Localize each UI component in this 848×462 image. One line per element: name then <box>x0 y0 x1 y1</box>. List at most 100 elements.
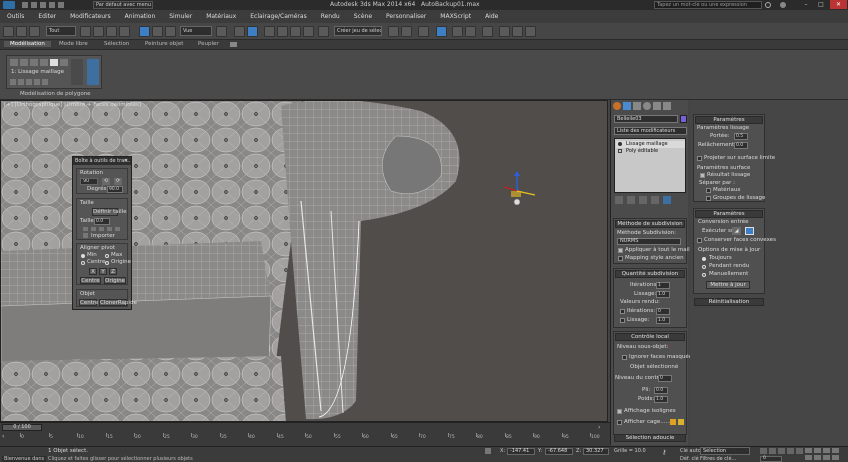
goto-start-icon[interactable] <box>760 448 767 454</box>
x-coord-field[interactable]: -147.41 <box>507 448 535 455</box>
pivot-center-button[interactable]: Centre <box>80 277 101 284</box>
key-filters-button[interactable]: Filtres de clé... <box>700 456 736 462</box>
transform-gizmo[interactable] <box>501 171 541 211</box>
object-color-swatch[interactable] <box>680 115 687 123</box>
search-field[interactable]: Tapez un mot-clé ou une expression <box>654 1 762 9</box>
play-icon[interactable] <box>778 448 785 454</box>
reference-coord-dropdown[interactable]: Vue <box>180 26 212 36</box>
toolbox-close-icon[interactable]: ✕ <box>124 158 130 164</box>
render-production-icon[interactable] <box>525 26 536 37</box>
mirror-icon[interactable] <box>388 26 399 37</box>
import-icon[interactable] <box>83 233 88 238</box>
select-scale-icon[interactable] <box>165 26 176 37</box>
ribbon-tool-icon-4[interactable] <box>40 59 48 66</box>
redo-icon[interactable] <box>16 26 27 37</box>
select-rotate-icon[interactable] <box>152 26 163 37</box>
search-icon[interactable] <box>765 2 771 8</box>
sublevel-vertex-icon[interactable]: ∴ <box>668 344 674 350</box>
ribbon-lissage-label[interactable]: 1: Lissage maillage <box>11 69 71 77</box>
undo-icon[interactable] <box>49 2 55 8</box>
render-smoothness-checkbox[interactable] <box>620 318 625 323</box>
crease-input[interactable]: 0.0 <box>654 387 668 394</box>
autokey-button[interactable]: Clé auto <box>680 448 701 454</box>
smoothing-groups-checkbox[interactable] <box>706 196 711 201</box>
schematic-view-icon[interactable] <box>465 26 476 37</box>
window-crossing-icon[interactable] <box>119 26 130 37</box>
current-frame-field[interactable]: 0 <box>760 456 782 462</box>
zoom-extents-icon[interactable] <box>823 448 830 453</box>
fov-icon[interactable] <box>805 455 812 460</box>
apply-whole-mesh-checkbox[interactable] <box>618 248 623 253</box>
stack-eye-icon[interactable] <box>618 142 622 146</box>
snaps-toggle-icon[interactable] <box>264 26 275 37</box>
motion-tab-icon[interactable] <box>643 102 651 110</box>
params2-title[interactable]: Paramètres <box>695 210 763 218</box>
run-on-triangle-icon[interactable]: ◢ <box>732 227 741 235</box>
menu-lighting-cameras[interactable]: Eclairage/Caméras <box>243 13 313 20</box>
layer-manager-icon[interactable] <box>418 26 429 37</box>
zoom-icon[interactable] <box>805 448 812 453</box>
lock-selection-icon[interactable] <box>485 448 491 454</box>
ribbon-tool-icon-1[interactable] <box>10 59 18 66</box>
old-mapping-checkbox[interactable] <box>618 256 623 261</box>
ignore-backfacing-checkbox[interactable] <box>622 355 627 360</box>
relax-input[interactable]: 0.0 <box>734 142 748 149</box>
size-axis-buttons[interactable] <box>83 227 123 231</box>
set-key-button[interactable]: Déf. clé <box>680 456 699 462</box>
reset-title[interactable]: Réinitialisation <box>694 298 764 306</box>
zoom-all-icon[interactable] <box>814 448 821 453</box>
cage-color-swatch-2[interactable] <box>678 419 684 425</box>
link-icon[interactable] <box>29 26 40 37</box>
menu-scene[interactable]: Scène <box>347 13 379 20</box>
weight-input[interactable]: 1.0 <box>654 396 668 403</box>
modify-tab-icon[interactable] <box>623 102 631 110</box>
tab-selection[interactable]: Sélection <box>104 41 129 47</box>
menu-tools[interactable]: Outils <box>0 13 31 20</box>
local-control-title[interactable]: Contrôle local <box>615 333 685 341</box>
timeline[interactable]: 0 / 100 ‹ › 0 5 10 15 20 25 30 35 40 45 50 55 60 65 70… <box>0 422 610 446</box>
ribbon-tool-icon-3[interactable] <box>30 59 38 66</box>
pivot-center-icon[interactable] <box>216 26 227 37</box>
menu-modifiers[interactable]: Modificateurs <box>63 13 118 20</box>
object-center-button[interactable]: Centre <box>79 299 98 306</box>
redo-icon[interactable] <box>58 2 64 8</box>
ribbon-tool-icon-10[interactable] <box>34 79 40 85</box>
create-tab-icon[interactable] <box>613 102 621 110</box>
rect-selection-icon[interactable] <box>106 26 117 37</box>
viewport-label[interactable]: [+] [Orthographique] [Ombré + Faces déli… <box>4 102 141 108</box>
keep-convex-checkbox[interactable] <box>697 238 702 243</box>
pin-stack-icon[interactable] <box>615 196 623 204</box>
set-size-button[interactable]: Définir taille <box>92 208 127 216</box>
axis-z-button[interactable]: Z <box>109 268 117 275</box>
rotate-ccw-icon[interactable]: ⟲ <box>102 178 110 185</box>
utilities-tab-icon[interactable] <box>663 102 671 110</box>
pivot-min-radio[interactable] <box>81 254 85 258</box>
subdivision-method-title[interactable]: Méthode de subdivision <box>615 220 685 228</box>
tab-modeling[interactable]: Modélisation <box>4 41 51 47</box>
manually-radio[interactable] <box>702 273 706 277</box>
app-menu-icon[interactable] <box>3 1 15 9</box>
menu-help[interactable]: Aide <box>478 13 505 20</box>
goto-end-icon[interactable] <box>796 448 803 454</box>
menu-simulate[interactable]: Simuler <box>162 13 199 20</box>
menu-materials[interactable]: Matériaux <box>199 13 243 20</box>
ribbon-tool-icon-2[interactable] <box>20 59 28 66</box>
pivot-max-radio[interactable] <box>105 254 109 258</box>
key-icon[interactable]: ⚷ <box>662 450 672 456</box>
params-title[interactable]: Paramètres <box>695 116 763 124</box>
menu-maxscript[interactable]: MAXScript <box>433 13 478 20</box>
smoothness-input[interactable]: 1.0 <box>656 291 670 298</box>
ribbon-tool-icon-9[interactable] <box>26 79 32 85</box>
object-name-field[interactable]: Belleile03 <box>614 115 678 123</box>
subdivision-amount-title[interactable]: Quantité subdivision <box>615 270 685 278</box>
spinner-snap-icon[interactable] <box>303 26 314 37</box>
select-move-icon[interactable] <box>139 26 150 37</box>
cage-color-swatch-1[interactable] <box>670 419 676 425</box>
degrees-input[interactable]: 90.0 <box>107 186 123 193</box>
workspace-dropdown[interactable]: Par défaut avec menu <box>93 1 153 9</box>
ribbon-tool-icon-12[interactable] <box>71 59 83 85</box>
isoline-display-checkbox[interactable] <box>617 409 622 414</box>
always-radio[interactable] <box>702 257 706 261</box>
pan-icon[interactable] <box>814 455 821 460</box>
rendered-frame-icon[interactable] <box>512 26 523 37</box>
